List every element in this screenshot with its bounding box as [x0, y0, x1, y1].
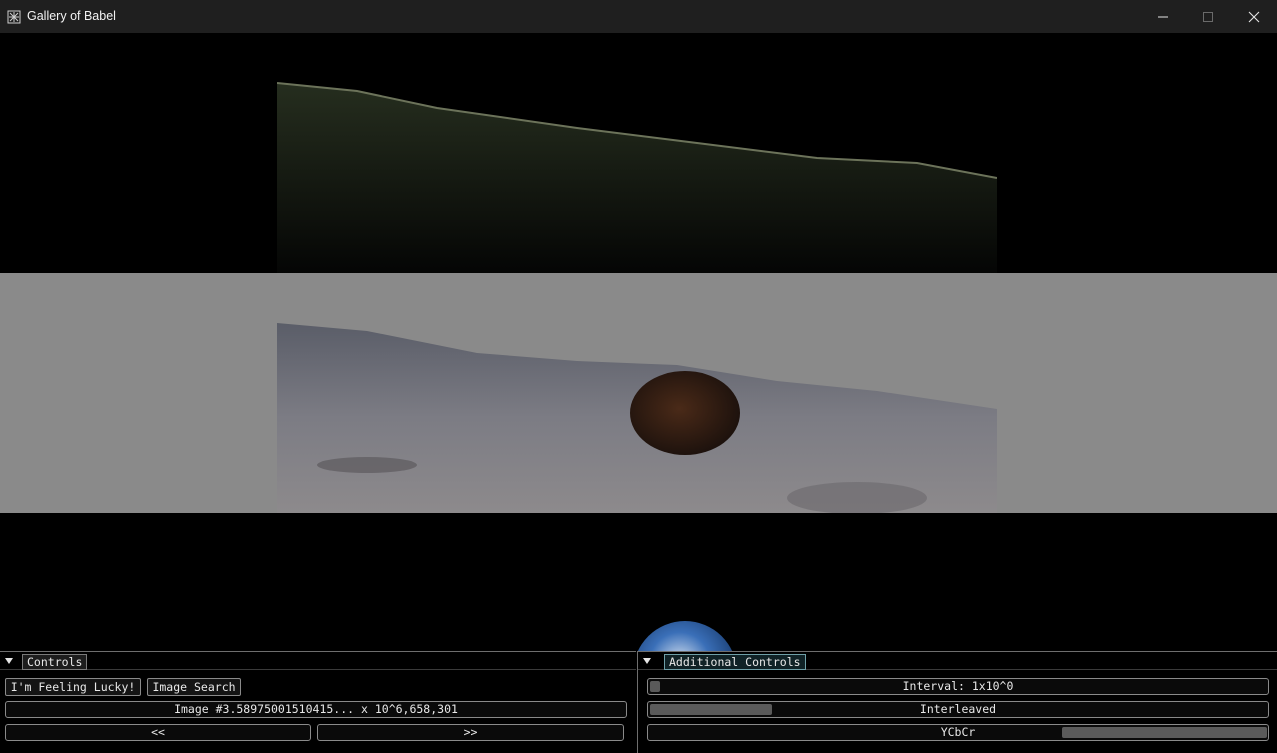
close-button[interactable]: [1231, 0, 1277, 33]
previous-label: <<: [151, 725, 165, 739]
controls-panel-header: Controls: [0, 652, 636, 670]
interval-slider[interactable]: Interval: 1x10^0: [647, 678, 1269, 695]
image-index-field[interactable]: Image #3.58975001510415... x 10^6,658,30…: [5, 701, 627, 718]
interval-slider-grab[interactable]: [650, 681, 660, 692]
tab-additional-controls[interactable]: Additional Controls: [664, 654, 806, 670]
mode-label: Interleaved: [919, 702, 997, 716]
mode-slider-grab[interactable]: [650, 704, 772, 715]
title-bar[interactable]: Gallery of Babel: [0, 0, 1277, 33]
gallery-app-icon: [7, 10, 21, 24]
maximize-icon: [1203, 11, 1213, 22]
mode-slider[interactable]: Interleaved: [647, 701, 1269, 718]
controls-panel: Controls I'm Feeling Lucky! Image Search…: [0, 651, 636, 753]
collapse-triangle-icon[interactable]: [4, 656, 14, 666]
image-tile-bottom: [277, 513, 997, 651]
image-viewport[interactable]: [0, 33, 1277, 651]
window-title: Gallery of Babel: [27, 9, 116, 23]
maximize-button[interactable]: [1185, 0, 1231, 33]
additional-controls-panel: Additional Controls Interval: 1x10^0 Int…: [637, 651, 1277, 753]
image-tile-middle: [277, 273, 997, 513]
tab-controls[interactable]: Controls: [22, 654, 88, 670]
previous-image-button[interactable]: <<: [5, 724, 311, 741]
image-search-button[interactable]: Image Search: [147, 678, 241, 696]
additional-controls-header: Additional Controls: [638, 652, 1277, 670]
minimize-button[interactable]: [1140, 0, 1186, 33]
colorspace-slider[interactable]: YCbCr: [647, 724, 1269, 741]
collapse-triangle-icon[interactable]: [642, 656, 652, 666]
close-icon: [1248, 11, 1260, 22]
colorspace-slider-grab[interactable]: [1062, 727, 1267, 738]
image-tile-top: [277, 33, 997, 273]
colorspace-label: YCbCr: [940, 725, 976, 739]
minimize-icon: [1158, 16, 1168, 17]
image-index-text: Image #3.58975001510415... x 10^6,658,30…: [174, 702, 458, 716]
next-image-button[interactable]: >>: [317, 724, 624, 741]
feeling-lucky-button[interactable]: I'm Feeling Lucky!: [5, 678, 141, 696]
next-label: >>: [463, 725, 478, 739]
interval-label: Interval: 1x10^0: [902, 679, 1014, 693]
